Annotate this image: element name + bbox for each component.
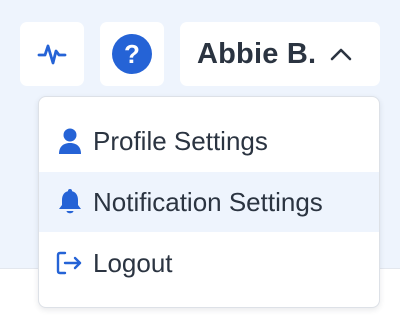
question-circle-icon: ?	[112, 34, 152, 74]
menu-item-notification-settings[interactable]: Notification Settings	[39, 172, 379, 232]
user-icon	[55, 126, 85, 156]
menu-item-logout[interactable]: Logout	[39, 233, 379, 293]
menu-item-label: Profile Settings	[93, 125, 268, 156]
activity-pulse-icon	[37, 44, 67, 65]
menu-item-profile-settings[interactable]: Profile Settings	[39, 111, 379, 171]
user-name: Abbie B.	[197, 37, 317, 70]
user-dropdown-menu: Profile Settings Notification Settings L…	[38, 96, 380, 308]
help-glyph: ?	[124, 38, 140, 69]
help-button[interactable]: ?	[100, 22, 164, 86]
menu-item-label: Logout	[93, 247, 173, 278]
logout-icon	[55, 248, 85, 278]
bell-icon	[55, 187, 85, 217]
chevron-up-icon	[330, 47, 352, 61]
user-menu-button[interactable]: Abbie B.	[180, 22, 380, 86]
activity-button[interactable]	[20, 22, 84, 86]
menu-item-label: Notification Settings	[93, 186, 323, 217]
